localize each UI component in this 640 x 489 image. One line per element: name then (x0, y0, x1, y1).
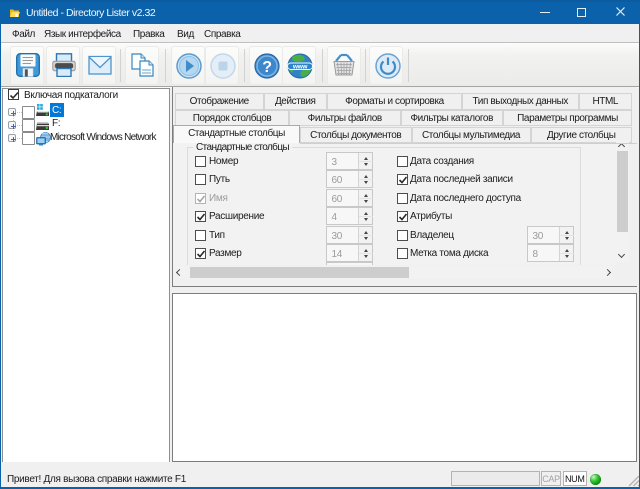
svg-text:www: www (292, 63, 309, 70)
svg-text:?: ? (262, 59, 271, 76)
